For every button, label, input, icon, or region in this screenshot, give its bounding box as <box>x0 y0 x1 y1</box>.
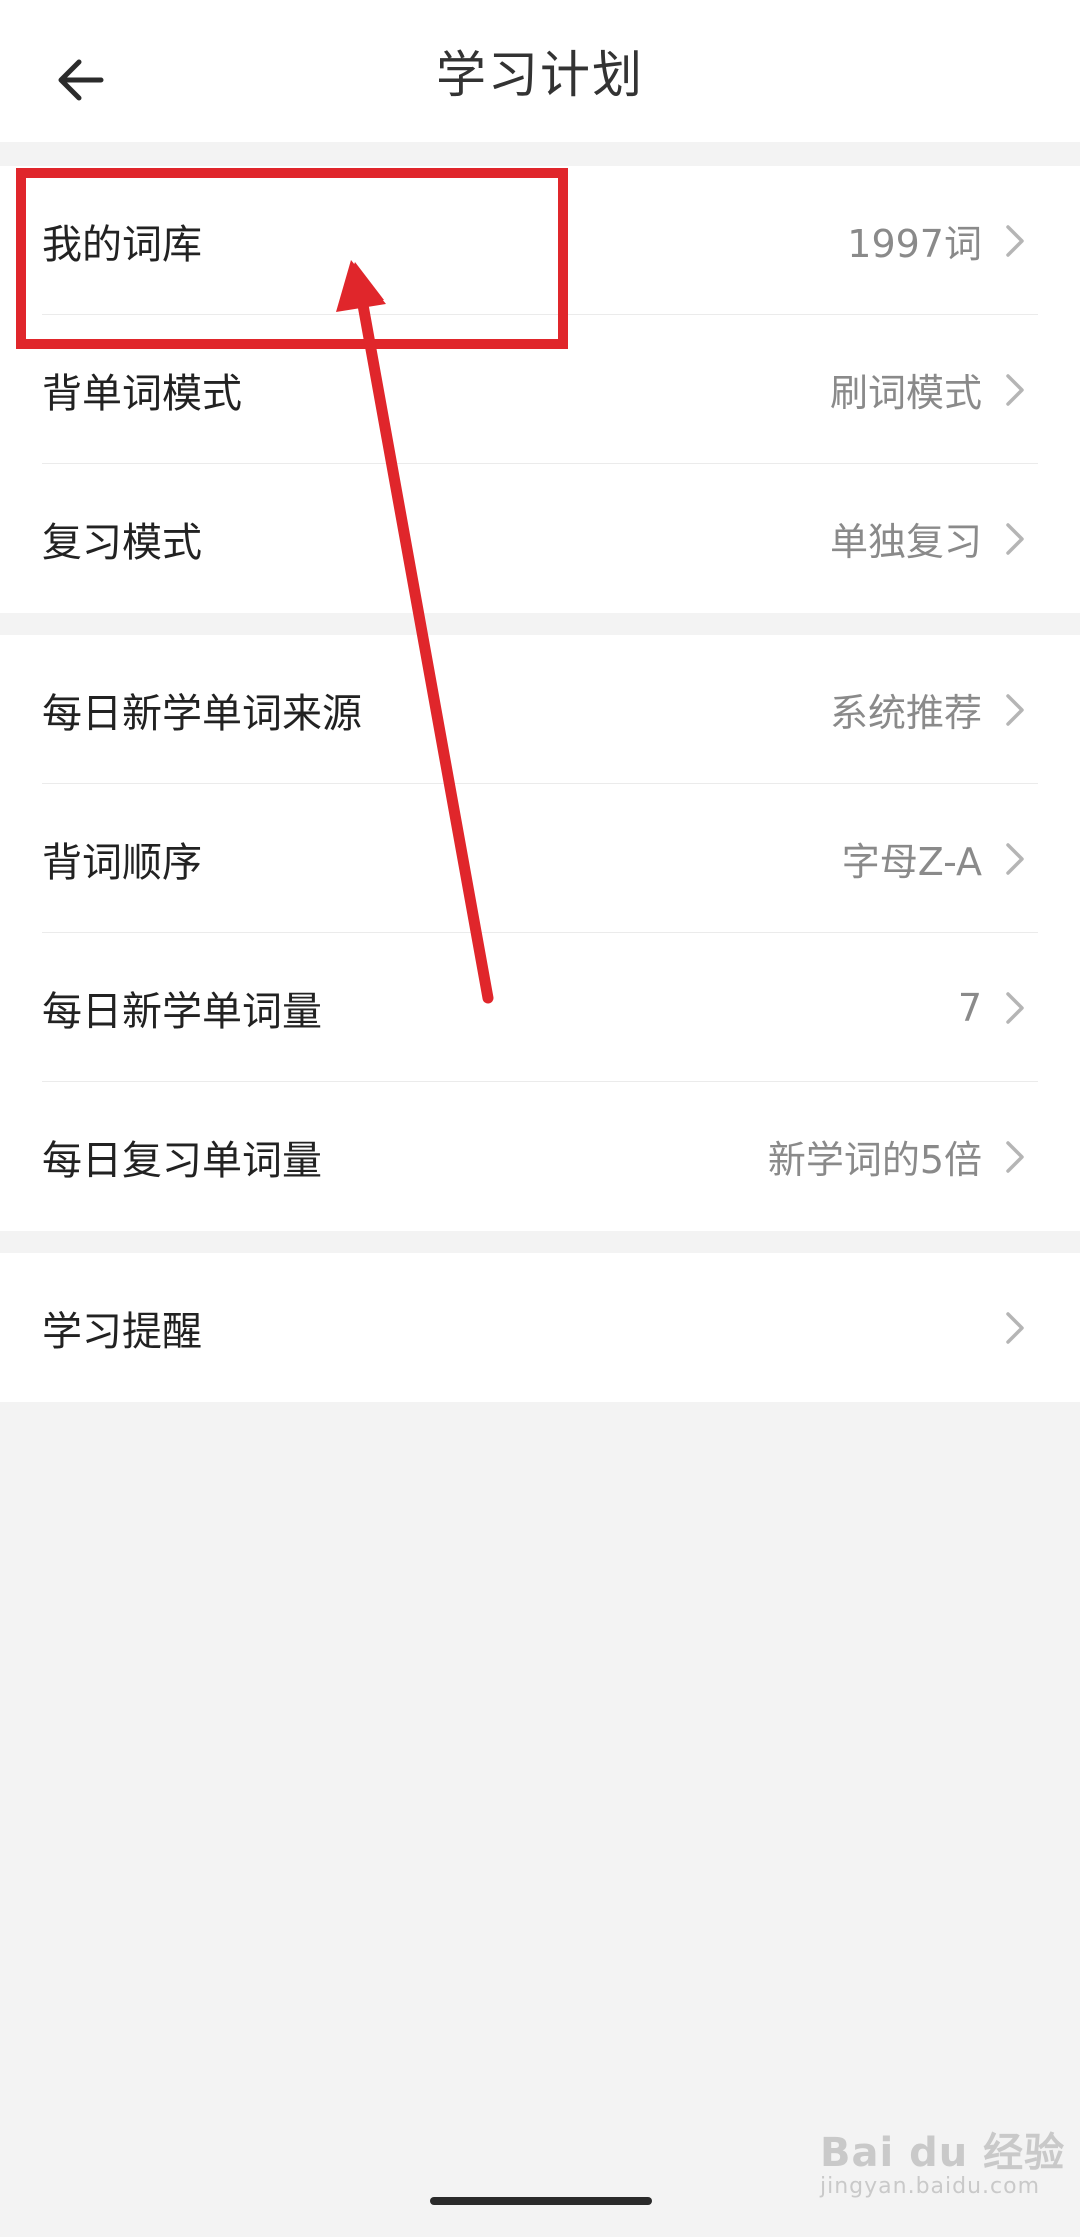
row-label: 背词顺序 <box>42 839 202 886</box>
row-review-mode[interactable]: 复习模式 单独复习 <box>0 464 1080 613</box>
row-value: 单独复习 <box>829 520 982 564</box>
chevron-right-icon <box>1006 373 1024 406</box>
settings-group-1: 我的词库 1997词 背单词模式 刷词模式 复习模式 单独复习 <box>0 166 1080 613</box>
row-word-order[interactable]: 背词顺序 字母Z-A <box>0 784 1080 933</box>
home-indicator[interactable] <box>430 2197 652 2205</box>
row-value: 新学词的5倍 <box>767 1138 982 1182</box>
row-label: 学习提醒 <box>42 1308 202 1355</box>
row-label: 背单词模式 <box>42 370 242 417</box>
settings-group-3: 学习提醒 <box>0 1253 1080 1402</box>
row-label: 每日复习单词量 <box>42 1137 322 1184</box>
row-value: 1997词 <box>847 222 982 266</box>
chevron-right-icon <box>1006 224 1024 257</box>
row-value: 字母Z-A <box>841 840 982 884</box>
row-label: 复习模式 <box>42 519 202 566</box>
chevron-right-icon <box>1006 1311 1024 1344</box>
row-study-reminder[interactable]: 学习提醒 <box>0 1253 1080 1402</box>
row-daily-new-count[interactable]: 每日新学单词量 7 <box>0 933 1080 1082</box>
page-title: 学习计划 <box>436 46 644 104</box>
row-value: 7 <box>957 985 982 1030</box>
row-new-word-source[interactable]: 每日新学单词来源 系统推荐 <box>0 635 1080 784</box>
top-bar: 学习计划 <box>0 0 1080 142</box>
row-my-wordbank[interactable]: 我的词库 1997词 <box>0 166 1080 315</box>
chevron-right-icon <box>1006 693 1024 726</box>
row-label: 我的词库 <box>42 221 202 268</box>
row-value: 系统推荐 <box>829 691 982 735</box>
baidu-watermark: Bai du 经验 jingyan.baidu.com <box>820 2120 1065 2199</box>
chevron-right-icon <box>1006 842 1024 875</box>
watermark-main: Bai du 经验 <box>820 2130 1066 2176</box>
settings-group-2: 每日新学单词来源 系统推荐 背词顺序 字母Z-A 每日新学单词量 7 每日复习单… <box>0 635 1080 1231</box>
row-daily-review-count[interactable]: 每日复习单词量 新学词的5倍 <box>0 1082 1080 1231</box>
row-study-mode[interactable]: 背单词模式 刷词模式 <box>0 315 1080 464</box>
watermark-sub: jingyan.baidu.com <box>820 2174 1041 2199</box>
chevron-right-icon <box>1006 1140 1024 1173</box>
chevron-right-icon <box>1006 522 1024 555</box>
row-label: 每日新学单词来源 <box>42 690 362 737</box>
row-label: 每日新学单词量 <box>42 988 322 1035</box>
row-value: 刷词模式 <box>829 371 982 415</box>
chevron-right-icon <box>1006 991 1024 1024</box>
